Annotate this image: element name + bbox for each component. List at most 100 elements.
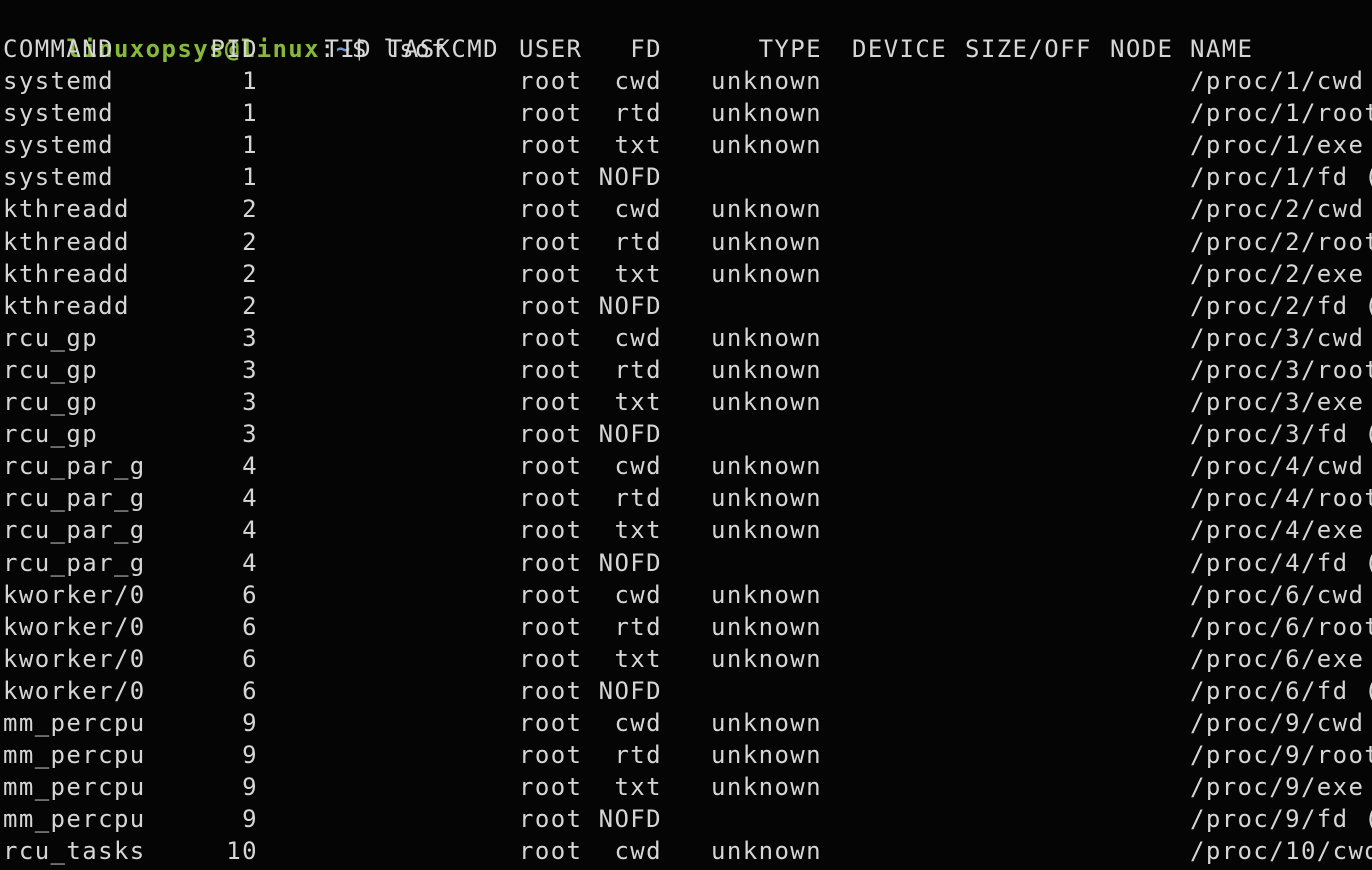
table-row: rcu_gp 3 root txt unknown/proc/3/exe bbox=[0, 386, 1372, 418]
name-cell: /proc/1/exe bbox=[1190, 131, 1365, 160]
type-cell: unknown bbox=[711, 773, 822, 802]
name-cell: /proc/3/root bbox=[1190, 355, 1372, 384]
pid-cell: 2 bbox=[242, 227, 258, 256]
fd-cell: cwd bbox=[614, 709, 662, 737]
fd-cell: NOFD bbox=[598, 420, 662, 449]
fd-cell: rtd bbox=[614, 99, 662, 128]
fd-cell: cwd bbox=[614, 195, 662, 224]
user-cell: root bbox=[519, 99, 583, 128]
type-cell: unknown bbox=[711, 709, 822, 737]
command-cell: mm_percpu bbox=[3, 773, 146, 802]
user-cell: root bbox=[519, 67, 583, 95]
pid-cell: 6 bbox=[242, 644, 258, 673]
user-cell: root bbox=[519, 131, 583, 160]
prompt-line: linuxopsys@linux:~$ lsof bbox=[3, 1, 1372, 63]
pid-cell: 6 bbox=[242, 676, 258, 705]
user-cell: root bbox=[519, 195, 583, 224]
table-row: rcu_par_g 4 root NOFD/proc/4/fd ( bbox=[0, 547, 1372, 579]
fd-cell: txt bbox=[614, 773, 662, 802]
table-row: systemd 1 root txt unknown/proc/1/exe bbox=[0, 129, 1372, 161]
user-cell: root bbox=[519, 580, 583, 609]
fd-cell: txt bbox=[614, 516, 662, 545]
user-cell: root bbox=[519, 709, 583, 737]
command-cell: kworker/0 bbox=[3, 612, 146, 641]
table-row: systemd 1 root NOFD/proc/1/fd ( bbox=[0, 161, 1372, 193]
name-cell: /proc/6/exe bbox=[1190, 644, 1365, 673]
name-cell: /proc/9/fd ( bbox=[1190, 805, 1372, 834]
command-cell: systemd bbox=[3, 99, 114, 128]
user-cell: root bbox=[519, 484, 583, 513]
pid-cell: 9 bbox=[242, 805, 258, 834]
user-cell: root bbox=[519, 420, 583, 449]
pid-cell: 2 bbox=[242, 259, 258, 288]
table-row: mm_percpu 9 root NOFD/proc/9/fd ( bbox=[0, 803, 1372, 835]
pid-cell: 1 bbox=[242, 131, 258, 160]
pid-cell: 2 bbox=[242, 291, 258, 320]
type-cell: unknown bbox=[711, 388, 822, 416]
type-cell: unknown bbox=[711, 67, 822, 95]
table-row: rcu_par_g 4 root rtd unknown/proc/4/root bbox=[0, 482, 1372, 514]
type-cell: TYPE bbox=[758, 35, 822, 63]
name-cell: /proc/6/root bbox=[1190, 612, 1372, 641]
name-cell: /proc/2/fd ( bbox=[1190, 291, 1372, 320]
pid-cell: 9 bbox=[242, 741, 258, 770]
fd-cell: txt bbox=[614, 388, 662, 416]
command-cell: kworker/0 bbox=[3, 580, 146, 609]
type-cell: unknown bbox=[711, 131, 822, 160]
name-cell: /proc/3/fd ( bbox=[1190, 420, 1372, 449]
name-cell: /proc/6/cwd bbox=[1190, 580, 1365, 609]
command-cell: rcu_par_g bbox=[3, 484, 146, 513]
command-cell: mm_percpu bbox=[3, 709, 146, 737]
table-row: systemd 1 root cwd unknown/proc/1/cwd bbox=[0, 65, 1372, 97]
fd-cell: rtd bbox=[614, 484, 662, 513]
name-cell: /proc/9/root bbox=[1190, 741, 1372, 770]
user-cell: root bbox=[519, 388, 583, 416]
type-cell: unknown bbox=[711, 195, 822, 224]
command-cell: systemd bbox=[3, 131, 114, 160]
type-cell: unknown bbox=[711, 323, 822, 352]
pid-cell: 3 bbox=[242, 420, 258, 449]
fd-cell: cwd bbox=[614, 452, 662, 481]
name-cell: /proc/2/root bbox=[1190, 227, 1372, 256]
fd-cell: txt bbox=[614, 131, 662, 160]
user-cell: root bbox=[519, 741, 583, 770]
pid-cell: 6 bbox=[242, 612, 258, 641]
user-cell: root bbox=[519, 259, 583, 288]
pid-cell: 2 bbox=[242, 195, 258, 224]
pid-cell: PID bbox=[210, 35, 258, 63]
fd-cell: cwd bbox=[614, 67, 662, 95]
type-cell: unknown bbox=[711, 644, 822, 673]
fd-cell: NOFD bbox=[598, 291, 662, 320]
table-row: kworker/0 6 root rtd unknown/proc/6/root bbox=[0, 611, 1372, 643]
command-cell: mm_percpu bbox=[3, 805, 146, 834]
table-row: kworker/0 6 root cwd unknown/proc/6/cwd bbox=[0, 579, 1372, 611]
table-row: rcu_par_g 4 root cwd unknown/proc/4/cwd bbox=[0, 450, 1372, 482]
fd-cell: rtd bbox=[614, 227, 662, 256]
table-row: kthreadd 2 root cwd unknown/proc/2/cwd bbox=[0, 193, 1372, 225]
table-row: kthreadd 2 root rtd unknown/proc/2/root bbox=[0, 226, 1372, 258]
type-cell: unknown bbox=[711, 259, 822, 288]
name-cell: /proc/3/exe bbox=[1190, 388, 1365, 416]
pid-cell: 9 bbox=[242, 709, 258, 737]
name-cell: /proc/1/root bbox=[1190, 99, 1372, 128]
table-row: kthreadd 2 root txt unknown/proc/2/exe bbox=[0, 258, 1372, 290]
command-cell: rcu_par_g bbox=[3, 516, 146, 545]
user-cell: root bbox=[519, 227, 583, 256]
type-cell: unknown bbox=[711, 516, 822, 545]
user-cell: root bbox=[519, 644, 583, 673]
name-cell: /proc/1/fd ( bbox=[1190, 163, 1372, 192]
name-cell: NAME bbox=[1190, 35, 1254, 63]
type-cell: unknown bbox=[711, 612, 822, 641]
table-row: kthreadd 2 root NOFD/proc/2/fd ( bbox=[0, 290, 1372, 322]
type-cell: unknown bbox=[711, 227, 822, 256]
pid-cell: 1 bbox=[242, 67, 258, 95]
pid-cell: 3 bbox=[242, 355, 258, 384]
table-row: rcu_tasks 10 root cwd unknown/proc/10/cwd bbox=[0, 835, 1372, 867]
pid-cell: 3 bbox=[242, 388, 258, 416]
name-cell: /proc/9/cwd bbox=[1190, 709, 1365, 737]
fd-cell: cwd bbox=[614, 837, 662, 866]
command-cell: rcu_par_g bbox=[3, 452, 146, 481]
command-cell: kworker/0 bbox=[3, 676, 146, 705]
table-row: rcu_par_g 4 root txt unknown/proc/4/exe bbox=[0, 514, 1372, 546]
user-cell: root bbox=[519, 291, 583, 320]
